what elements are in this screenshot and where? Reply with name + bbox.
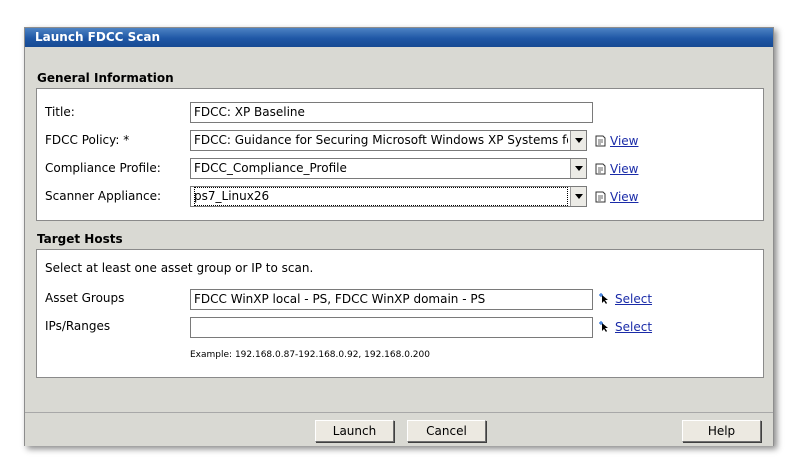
launch-button[interactable]: Launch: [315, 420, 394, 442]
view-profile-link[interactable]: View: [595, 162, 638, 178]
target-hosts-panel: Select at least one asset group or IP to…: [36, 249, 764, 378]
target-instruction: Select at least one asset group or IP to…: [45, 261, 314, 275]
compliance-profile-label: Compliance Profile:: [45, 161, 161, 175]
view-scanner-label: View: [610, 190, 639, 204]
chevron-down-icon[interactable]: [570, 159, 586, 178]
select-asset-groups-label: Select: [615, 292, 653, 306]
select-pointer-icon: [599, 293, 611, 308]
fdcc-policy-label: FDCC Policy: *: [45, 133, 130, 147]
view-icon: [595, 135, 606, 150]
view-policy-label: View: [610, 134, 639, 148]
example-text: Example: 192.168.0.87-192.168.0.92, 192.…: [190, 350, 430, 360]
cancel-button[interactable]: Cancel: [407, 420, 486, 442]
asset-groups-input[interactable]: FDCC WinXP local - PS, FDCC WinXP domain…: [190, 289, 593, 310]
view-scanner-link[interactable]: View: [595, 190, 638, 206]
view-profile-label: View: [610, 162, 639, 176]
scanner-appliance-label: Scanner Appliance:: [45, 189, 162, 203]
compliance-profile-select[interactable]: FDCC_Compliance_Profile: [190, 158, 587, 179]
view-icon: [595, 163, 606, 178]
chevron-down-icon[interactable]: [570, 187, 586, 206]
general-information-heading: General Information: [37, 71, 174, 85]
general-information-panel: Title: FDCC: XP Baseline FDCC Policy: * …: [36, 88, 764, 221]
target-hosts-heading: Target Hosts: [37, 232, 123, 246]
select-asset-groups-link[interactable]: Select: [599, 292, 652, 308]
view-icon: [595, 191, 606, 206]
ips-ranges-label: IPs/Ranges: [45, 319, 111, 333]
fdcc-policy-value: FDCC: Guidance for Securing Microsoft Wi…: [194, 133, 568, 147]
select-ips-link[interactable]: Select: [599, 320, 652, 336]
view-policy-link[interactable]: View: [595, 134, 638, 150]
scanner-appliance-select[interactable]: ps7_Linux26: [190, 186, 587, 207]
launch-fdcc-scan-dialog: Launch FDCC Scan General Information Tit…: [24, 27, 774, 446]
chevron-down-icon[interactable]: [570, 131, 586, 150]
select-ips-label: Select: [615, 320, 653, 334]
button-bar: Launch Cancel Help: [25, 412, 773, 446]
scanner-appliance-value: ps7_Linux26: [194, 187, 568, 206]
dialog-title: Launch FDCC Scan: [25, 28, 773, 47]
title-label: Title:: [45, 105, 75, 119]
title-input[interactable]: FDCC: XP Baseline: [190, 102, 593, 123]
help-button[interactable]: Help: [682, 420, 761, 442]
ips-ranges-input[interactable]: [190, 317, 593, 338]
fdcc-policy-select[interactable]: FDCC: Guidance for Securing Microsoft Wi…: [190, 130, 587, 151]
asset-groups-label: Asset Groups: [45, 291, 125, 305]
select-pointer-icon: [599, 321, 611, 336]
compliance-profile-value: FDCC_Compliance_Profile: [194, 161, 347, 175]
